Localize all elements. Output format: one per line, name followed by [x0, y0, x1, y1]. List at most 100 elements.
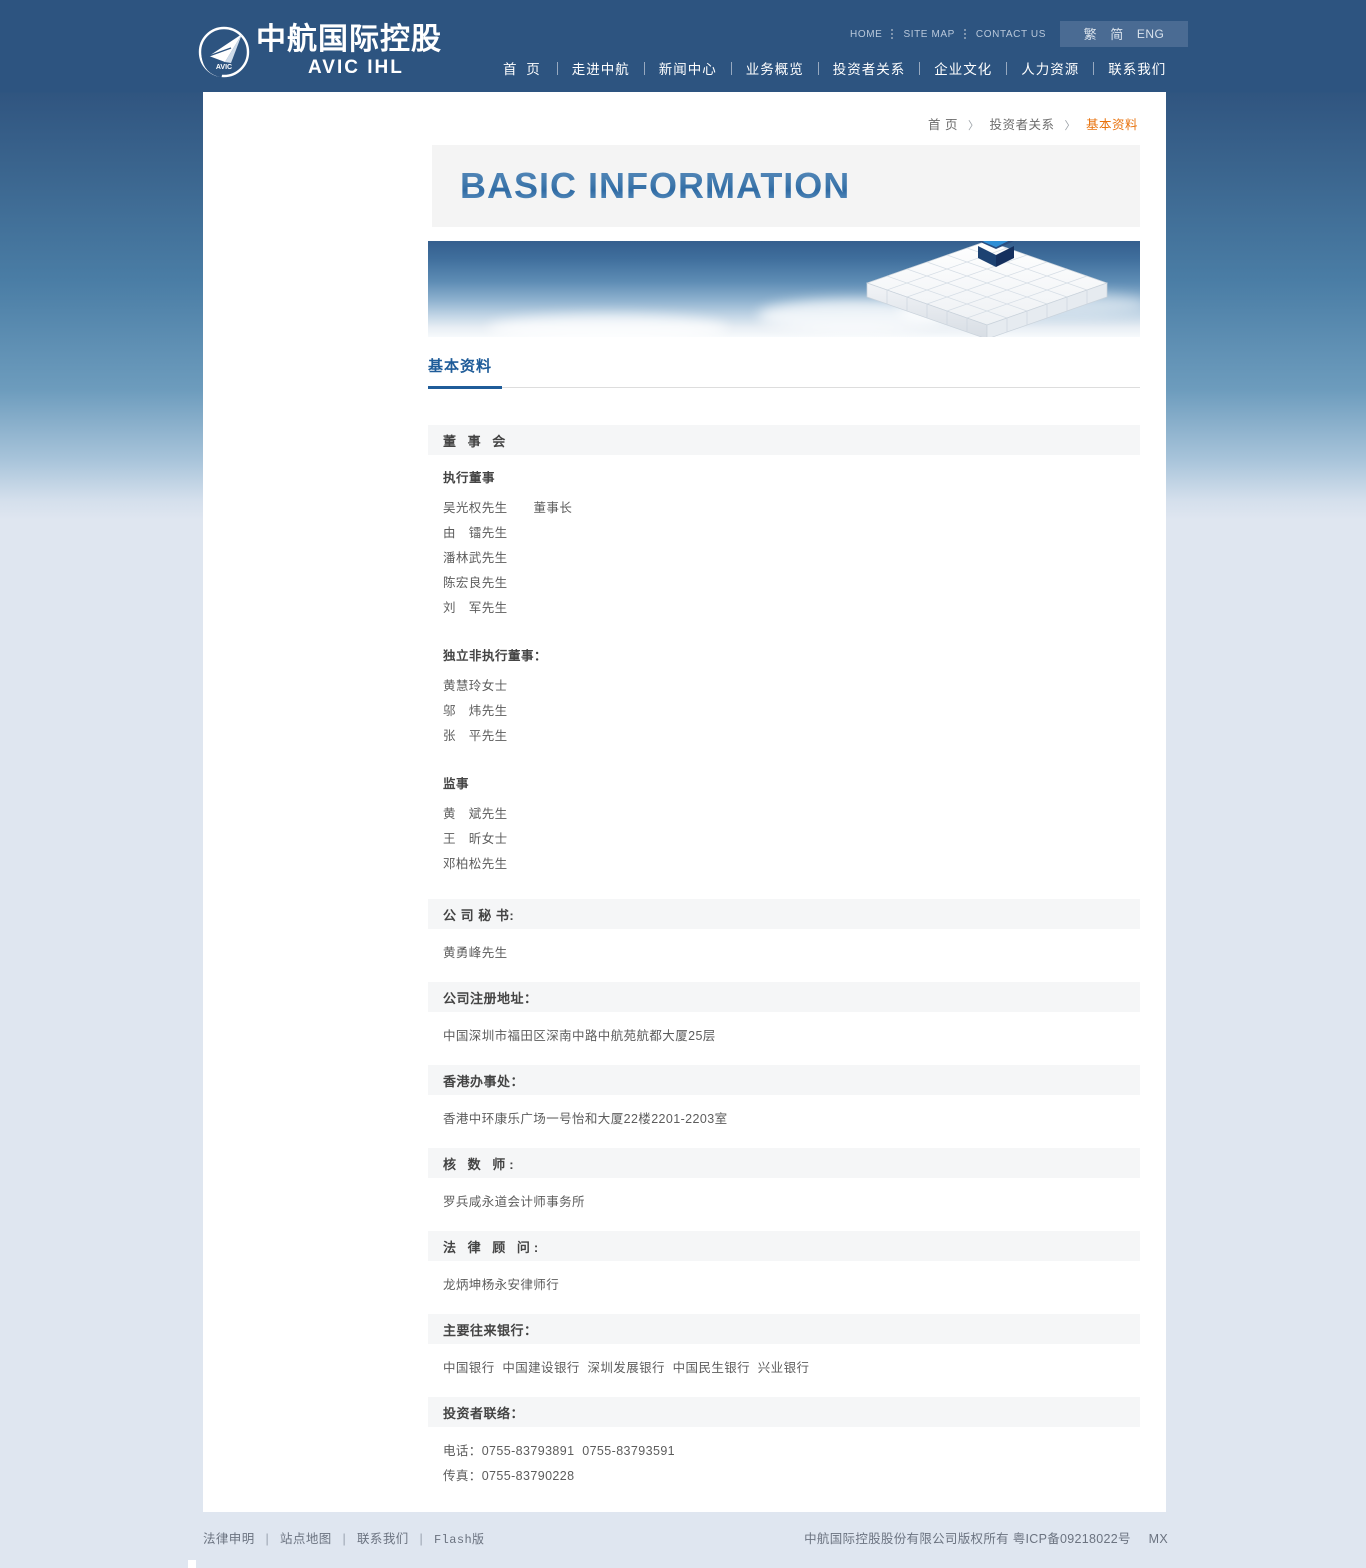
chevron-right-icon: 〉	[968, 120, 980, 132]
page-title-band: BASIC INFORMATION	[428, 145, 1140, 227]
section-line: 香港中环康乐广场一号怡和大厦22楼2201-2203室	[443, 1112, 728, 1126]
footer-separator: |	[342, 1532, 347, 1546]
lang-option-simplified[interactable]: 简	[1110, 24, 1124, 43]
list-item: 吴光权先生 董事长	[443, 496, 1140, 521]
site-logo[interactable]: AVIC 中航国际控股 AVIC IHL	[198, 24, 442, 79]
content-panel: 首 页 〉 投资者关系 〉 基本资料 BASIC INFORMATION 基本资…	[203, 92, 1166, 1512]
section-line: 中国深圳市福田区深南中路中航苑航都大厦25层	[443, 1029, 716, 1043]
section-body: 香港中环康乐广场一号怡和大厦22楼2201-2203室	[428, 1095, 1140, 1148]
avic-logo-icon: AVIC	[198, 26, 250, 78]
footer-link-flash[interactable]: Flash版	[434, 1533, 484, 1547]
nav-item-news[interactable]: 新闻中心	[645, 58, 731, 78]
dot-separator-icon	[891, 29, 894, 41]
nav-item-investor-relations[interactable]: 投资者关系	[819, 58, 920, 78]
section-body: 黄勇峰先生	[428, 929, 1140, 982]
open-box-icon	[978, 241, 1014, 267]
logo-text-cn: 中航国际控股	[256, 22, 442, 57]
info-sections: 董 事 会 执行董事 吴光权先生 董事长 由 镭先生 潘林武先生 陈宏良先生 刘 …	[428, 425, 1140, 1511]
footer-copyright: 中航国际控股股份有限公司版权所有 粤ICP备09218022号 MX	[804, 1528, 1168, 1547]
chevron-right-icon: 〉	[1064, 120, 1076, 132]
top-link-contact-us[interactable]: CONTACT US	[976, 29, 1046, 40]
nav-item-contact[interactable]: 联系我们	[1094, 58, 1180, 78]
breadcrumb-home[interactable]: 首 页	[928, 118, 958, 132]
page-content: BASIC INFORMATION 基本资料 董 事 会 执行董事 吴光权先生 …	[428, 145, 1140, 1511]
nav-item-business[interactable]: 业务概览	[732, 58, 818, 78]
section-body: 龙炳坤杨永安律师行	[428, 1261, 1140, 1314]
section-body: 电话：0755-83793891 0755-83793591 传真：0755-8…	[428, 1427, 1140, 1511]
lang-option-english[interactable]: ENG	[1137, 27, 1165, 41]
list-item: 邓柏松先生	[443, 857, 508, 871]
footer-corner-nub	[188, 1560, 196, 1568]
breadcrumb: 首 页 〉 投资者关系 〉 基本资料	[203, 92, 1166, 133]
director-name: 吴光权先生	[443, 501, 508, 515]
section-header: 投资者联络：	[428, 1397, 1140, 1427]
breadcrumb-current: 基本资料	[1085, 118, 1138, 132]
footer-separator: |	[265, 1532, 270, 1546]
section-registered-address: 公司注册地址： 中国深圳市福田区深南中路中航苑航都大厦25层	[428, 982, 1140, 1065]
lang-option-traditional[interactable]: 繁	[1084, 24, 1098, 43]
list-item: 黄慧玲女士	[443, 679, 508, 693]
site-header: AVIC 中航国际控股 AVIC IHL HOME SITE MAP CONTA…	[0, 0, 1366, 92]
breadcrumb-section[interactable]: 投资者关系	[990, 118, 1055, 132]
section-legal-advisor: 法 律 顾 问: 龙炳坤杨永安律师行	[428, 1231, 1140, 1314]
section-body: 中国深圳市福田区深南中路中航苑航都大厦25层	[428, 1012, 1140, 1065]
section-tabs: 基本资料	[428, 355, 1140, 389]
section-line: 龙炳坤杨永安律师行	[443, 1278, 560, 1292]
director-role: 董事长	[533, 501, 573, 515]
section-company-secretary: 公 司 秘 书: 黄勇峰先生	[428, 899, 1140, 982]
section-line: 电话：0755-83793891 0755-83793591	[443, 1444, 676, 1458]
copyright-text: 中航国际控股股份有限公司版权所有 粤ICP备09218022号	[804, 1532, 1131, 1546]
section-line: 罗兵咸永道会计师事务所	[443, 1195, 585, 1209]
top-link-site-map[interactable]: SITE MAP	[903, 29, 954, 40]
section-header: 董 事 会	[428, 425, 1140, 455]
section-line: 传真：0755-83790228	[443, 1469, 575, 1483]
cloud-shape	[488, 315, 728, 337]
section-header: 主要往来银行：	[428, 1314, 1140, 1344]
list-item: 刘 军先生	[443, 601, 508, 615]
logo-text-en: AVIC IHL	[308, 57, 404, 78]
group-title-independent-directors: 独立非执行董事：	[443, 649, 548, 663]
nav-item-about[interactable]: 走进中航	[558, 58, 644, 78]
section-header: 香港办事处：	[428, 1065, 1140, 1095]
group-title-supervisors: 监事	[443, 777, 470, 791]
group-title-executive-directors: 执行董事	[443, 471, 496, 485]
section-body: 执行董事 吴光权先生 董事长 由 镭先生 潘林武先生 陈宏良先生 刘 军先生 独立…	[428, 455, 1140, 899]
nav-item-home[interactable]: 首 页	[487, 58, 557, 78]
footer-separator: |	[419, 1532, 424, 1546]
section-board: 董 事 会 执行董事 吴光权先生 董事长 由 镭先生 潘林武先生 陈宏良先生 刘 …	[428, 425, 1140, 899]
section-header: 公司注册地址：	[428, 982, 1140, 1012]
list-item: 黄 斌先生	[443, 807, 508, 821]
list-item: 潘林武先生	[443, 551, 508, 565]
tab-basic-information[interactable]: 基本资料	[428, 355, 492, 376]
utility-links: HOME SITE MAP CONTACT US 繁 简 ENG	[850, 21, 1188, 47]
site-footer: 法律申明 | 站点地图 | 联系我们 | Flash版 中航国际控股股份有限公司…	[0, 1512, 1366, 1568]
section-header: 法 律 顾 问:	[428, 1231, 1140, 1261]
nav-item-hr[interactable]: 人力资源	[1007, 58, 1093, 78]
main-navigation: 首 页 走进中航 新闻中心 业务概览 投资者关系 企业文化 人力资源 联系我们	[487, 58, 1180, 78]
footer-link-sitemap[interactable]: 站点地图	[280, 1532, 332, 1546]
section-principal-banks: 主要往来银行： 中国银行 中国建设银行 深圳发展银行 中国民生银行 兴业银行	[428, 1314, 1140, 1397]
footer-links: 法律申明 | 站点地图 | 联系我们 | Flash版	[203, 1528, 484, 1547]
list-item: 王 昕女士	[443, 832, 508, 846]
list-item: 陈宏良先生	[443, 576, 508, 590]
section-auditor: 核 数 师: 罗兵咸永道会计师事务所	[428, 1148, 1140, 1231]
footer-link-contact[interactable]: 联系我们	[357, 1532, 409, 1546]
footer-link-legal[interactable]: 法律申明	[203, 1532, 255, 1546]
section-hk-office: 香港办事处： 香港中环康乐广场一号怡和大厦22楼2201-2203室	[428, 1065, 1140, 1148]
page-banner-image	[428, 241, 1140, 337]
section-header: 核 数 师:	[428, 1148, 1140, 1178]
section-header: 公 司 秘 书:	[428, 899, 1140, 929]
language-switcher: 繁 简 ENG	[1060, 21, 1188, 47]
section-line: 黄勇峰先生	[443, 946, 508, 960]
tab-active-underline	[428, 386, 502, 389]
dot-separator-icon	[963, 29, 967, 41]
nav-item-culture[interactable]: 企业文化	[920, 58, 1006, 78]
section-body: 中国银行 中国建设银行 深圳发展银行 中国民生银行 兴业银行	[428, 1344, 1140, 1397]
tab-rule	[428, 387, 1140, 388]
top-link-home[interactable]: HOME	[850, 29, 882, 40]
section-body: 罗兵咸永道会计师事务所	[428, 1178, 1140, 1231]
list-item: 由 镭先生	[443, 526, 508, 540]
footer-mx-label: MX	[1148, 1532, 1168, 1546]
